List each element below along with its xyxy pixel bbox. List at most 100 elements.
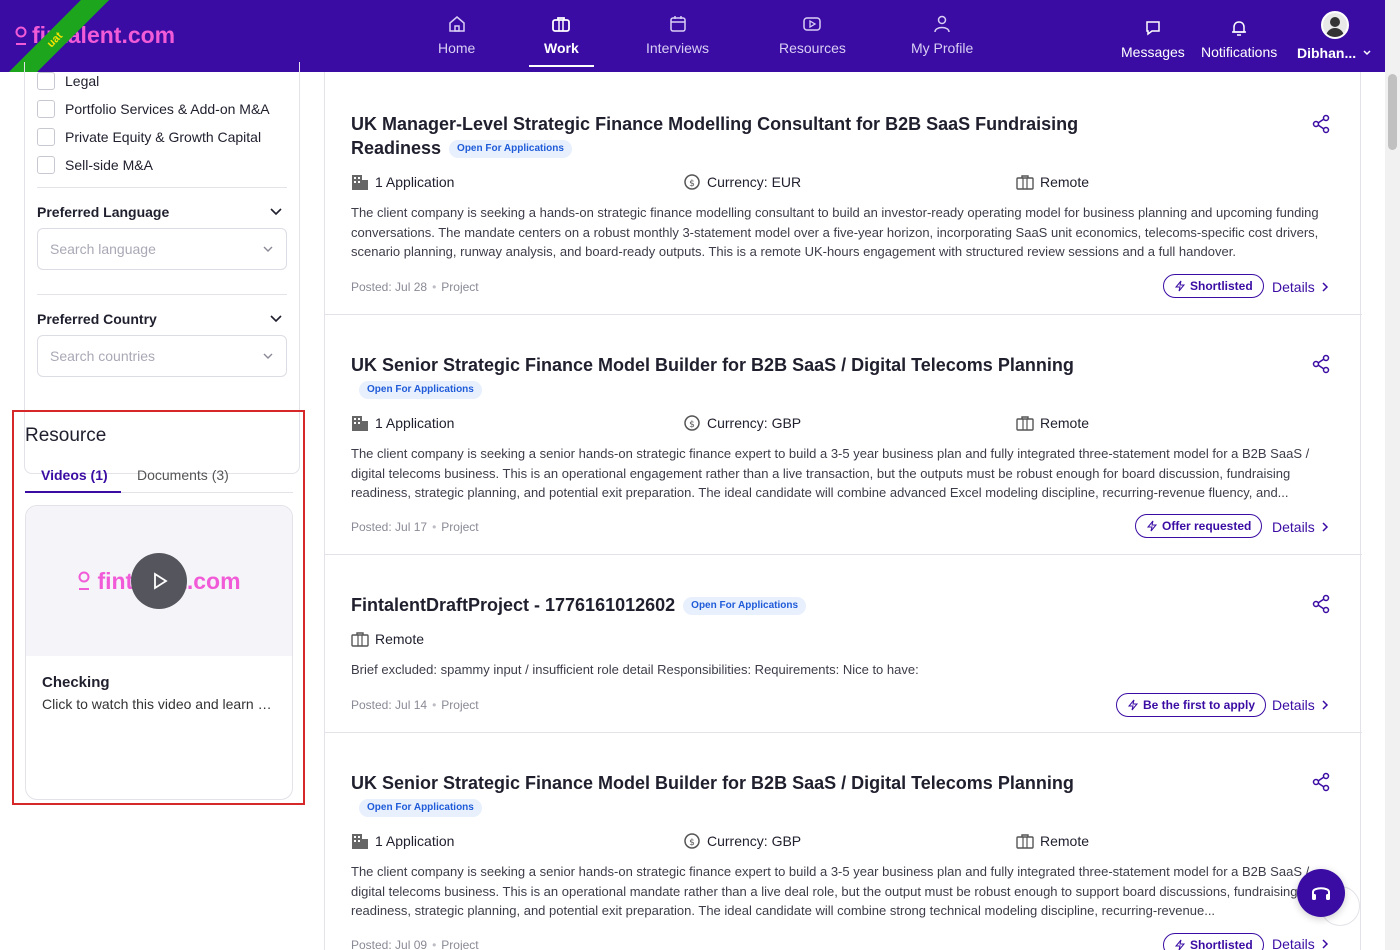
checkbox[interactable] <box>37 100 55 118</box>
share-icon[interactable] <box>1311 594 1331 614</box>
location: Remote <box>1016 832 1089 850</box>
country-placeholder: Search countries <box>50 348 156 364</box>
location: Remote <box>351 630 424 648</box>
chevron-down-icon[interactable] <box>268 310 284 326</box>
currency: $ Currency: GBP <box>683 414 801 432</box>
status-badge: Open For Applications <box>359 799 482 818</box>
svg-text:$: $ <box>689 838 695 848</box>
briefcase-icon <box>1016 834 1034 849</box>
checkbox-private-equity[interactable]: Private Equity & Growth Capital <box>37 128 261 146</box>
job-title[interactable]: UK Manager-Level Strategic Finance Model… <box>351 112 1081 160</box>
details-link[interactable]: Details <box>1272 936 1329 950</box>
job-title[interactable]: UK Senior Strategic Finance Model Builde… <box>351 353 1081 401</box>
lightning-icon <box>1146 520 1158 532</box>
status-badge: Open For Applications <box>683 597 807 616</box>
checkbox[interactable] <box>37 156 55 174</box>
divider <box>37 294 287 295</box>
briefcase-icon <box>1016 416 1034 431</box>
nav-interviews[interactable]: Interviews <box>646 14 709 56</box>
nav-home[interactable]: Home <box>438 14 475 56</box>
lightning-icon <box>1174 280 1186 292</box>
share-icon[interactable] <box>1311 114 1331 134</box>
checkbox-legal[interactable]: Legal <box>37 72 99 90</box>
job-posted-meta: Posted: Jul 14 • Project <box>351 698 479 712</box>
user-name: Dibhan... <box>1297 45 1357 61</box>
video-thumbnail[interactable]: fintalent.com <box>26 506 292 656</box>
preferred-country-title[interactable]: Preferred Country <box>37 311 157 327</box>
nav-resources[interactable]: Resources <box>779 14 846 56</box>
details-link[interactable]: Details <box>1272 697 1329 713</box>
checkbox-sell-side[interactable]: Sell-side M&A <box>37 156 153 174</box>
chevron-down-icon <box>263 353 273 359</box>
job-card[interactable]: FintalentDraftProject - 1776161012602 Ope… <box>325 555 1362 733</box>
location-pin-icon <box>15 26 27 45</box>
job-card[interactable]: UK Manager-Level Strategic Finance Model… <box>325 72 1362 315</box>
language-select[interactable]: Search language <box>37 228 287 270</box>
calendar-icon <box>669 16 686 32</box>
resource-title: Resource <box>25 425 107 446</box>
job-description: Brief excluded: spammy input / insuffici… <box>351 662 919 677</box>
headset-icon <box>1312 887 1330 900</box>
support-chat-button[interactable] <box>1297 869 1345 917</box>
nav-notifications[interactable]: Notifications <box>1201 18 1277 60</box>
job-posted-meta: Posted: Jul 17 • Project <box>351 520 479 534</box>
avatar[interactable] <box>1320 11 1349 39</box>
user-icon <box>934 15 950 33</box>
divider <box>37 187 287 188</box>
filter-sidebar: Legal Portfolio Services & Add-on M&A Pr… <box>0 62 312 950</box>
nav-my-profile[interactable]: My Profile <box>911 14 973 56</box>
video-card[interactable]: fintalent.com Checking Click to watch th… <box>25 505 293 800</box>
job-posted-meta: Posted: Jul 28 • Project <box>351 280 479 294</box>
briefcase-icon <box>351 632 369 647</box>
application-status-pill[interactable]: Shortlisted <box>1163 933 1264 950</box>
nav-messages[interactable]: Messages <box>1121 18 1185 60</box>
briefcase-icon <box>1016 175 1034 190</box>
job-title[interactable]: FintalentDraftProject - 1776161012602 Ope… <box>351 593 1081 617</box>
chevron-right-icon <box>1322 282 1328 292</box>
application-status-pill[interactable]: Be the first to apply <box>1116 693 1267 717</box>
active-tab-indicator <box>25 491 121 493</box>
status-badge: Open For Applications <box>359 381 482 400</box>
chevron-down-icon <box>1363 50 1371 56</box>
chevron-right-icon <box>1322 522 1328 532</box>
location: Remote <box>1016 173 1089 191</box>
currency-exchange-icon: $ <box>684 174 700 190</box>
job-card[interactable]: UK Senior Strategic Finance Model Builde… <box>325 315 1362 555</box>
details-link[interactable]: Details <box>1272 279 1329 295</box>
nav-work[interactable]: Work <box>529 14 594 67</box>
checkbox[interactable] <box>37 128 55 146</box>
job-list: UK Manager-Level Strategic Finance Model… <box>324 72 1362 950</box>
checkbox-portfolio-services[interactable]: Portfolio Services & Add-on M&A <box>37 100 270 118</box>
location-pin-icon <box>78 571 90 590</box>
play-icon <box>154 572 168 590</box>
currency-exchange-icon: $ <box>684 833 700 849</box>
share-icon[interactable] <box>1311 354 1331 374</box>
job-card[interactable]: UK Senior Strategic Finance Model Builde… <box>325 733 1362 950</box>
application-status-pill[interactable]: Shortlisted <box>1163 274 1264 298</box>
briefcase-icon <box>552 17 571 32</box>
building-icon <box>352 834 368 849</box>
video-description: Click to watch this video and learn more <box>42 696 282 712</box>
preferred-language-title[interactable]: Preferred Language <box>37 204 169 220</box>
job-description: The client company is seeking a hands-on… <box>351 205 1319 259</box>
user-menu[interactable]: Dibhan... <box>1297 11 1372 61</box>
application-status-pill[interactable]: Offer requested <box>1135 514 1263 538</box>
lightning-icon <box>1174 939 1186 950</box>
page-scrollbar[interactable] <box>1385 0 1400 950</box>
lightning-icon <box>1127 699 1139 711</box>
chevron-right-icon <box>1322 700 1328 710</box>
scrollbar-thumb[interactable] <box>1388 74 1397 150</box>
job-title[interactable]: UK Senior Strategic Finance Model Builde… <box>351 771 1081 819</box>
job-description: The client company is seeking a senior h… <box>351 864 1310 918</box>
play-button[interactable] <box>131 553 187 609</box>
tab-videos[interactable]: Videos (1) <box>41 467 108 483</box>
applications-count: 1 Application <box>351 173 454 191</box>
chevron-down-icon[interactable] <box>268 203 284 219</box>
svg-text:$: $ <box>689 179 695 189</box>
building-icon <box>352 416 368 431</box>
details-link[interactable]: Details <box>1272 519 1329 535</box>
tab-documents[interactable]: Documents (3) <box>137 467 229 483</box>
country-select[interactable]: Search countries <box>37 335 287 377</box>
share-icon[interactable] <box>1311 772 1331 792</box>
checkbox[interactable] <box>37 72 55 90</box>
